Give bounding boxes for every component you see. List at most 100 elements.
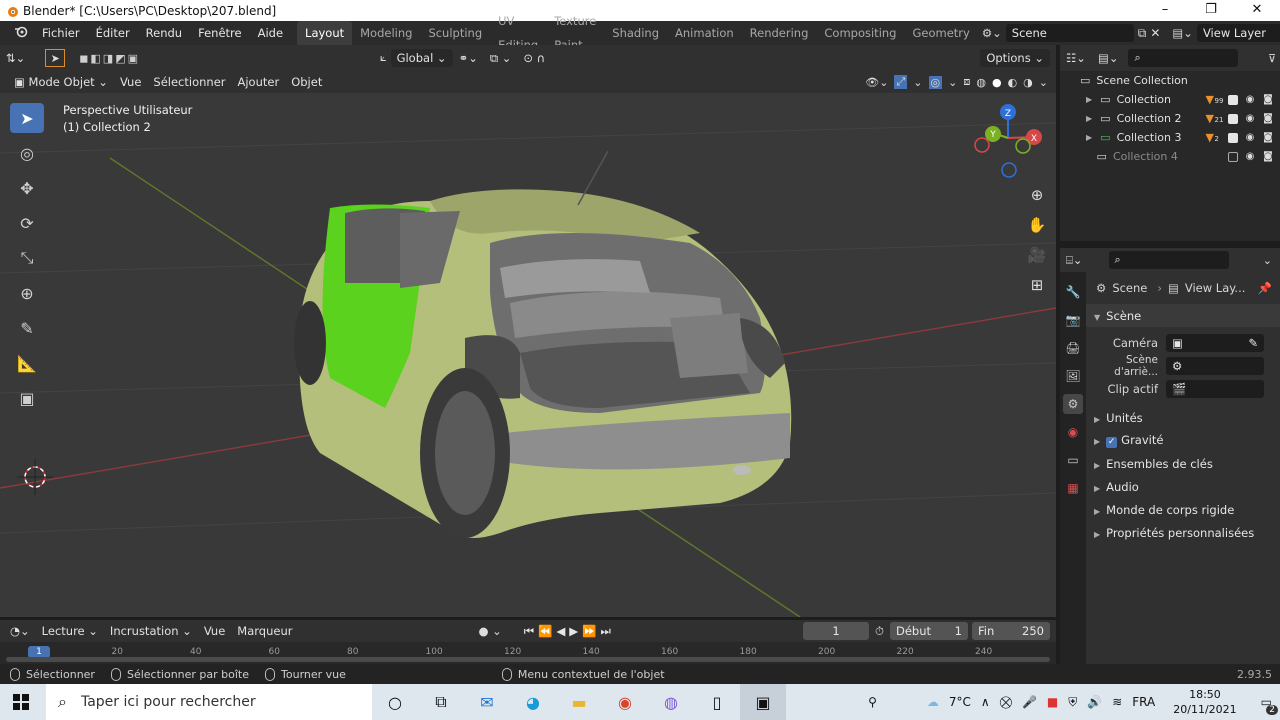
menu-help[interactable]: Aide — [250, 26, 291, 40]
eye-icon[interactable]: ◉ — [1244, 132, 1256, 143]
pan-hand-icon[interactable]: ✋ — [1024, 213, 1050, 237]
marker-menu[interactable]: Marqueur — [231, 624, 298, 638]
mail-icon[interactable]: ✉ — [464, 684, 510, 720]
display-mode-icon[interactable]: ▤⌄ — [1092, 51, 1125, 65]
task-view-icon[interactable]: ⧉ — [418, 684, 464, 720]
tray-chevron-icon[interactable]: ∧ — [981, 695, 990, 709]
orientation-dropdown[interactable]: Global ⌄ — [390, 49, 453, 67]
wireframe-shading-icon[interactable]: ◍ — [976, 76, 986, 89]
playback-controls[interactable]: ⏮⏪◀▶⏩⏭ — [524, 624, 615, 639]
measure-tool-icon[interactable]: 📐 — [10, 348, 44, 378]
timeline-scrollbar[interactable] — [6, 657, 1050, 662]
eye-icon[interactable]: ◉ — [1244, 151, 1256, 162]
scene-selector-icon[interactable]: ⚙⌄ — [982, 26, 1002, 40]
menu-select[interactable]: Sélectionner — [147, 75, 231, 89]
outliner-item-collection-2[interactable]: ▶ ▭ Collection 2 ▼ 21 ◉ ◙ — [1060, 109, 1280, 128]
start-frame-field[interactable]: Début 1 — [890, 622, 968, 640]
overlay-toggle-icon[interactable]: ◎ — [928, 75, 943, 89]
tab-compositing[interactable]: Compositing — [816, 21, 904, 45]
subpanel-5[interactable]: ▶ Propriétés personnalisées — [1086, 521, 1280, 544]
render-tab-icon[interactable]: 📷 — [1063, 310, 1083, 330]
clock[interactable]: 18:50 20/11/2021 — [1173, 687, 1236, 717]
eye-icon[interactable]: ◉ — [1244, 94, 1256, 105]
tab-geometry[interactable]: Geometry — [904, 21, 977, 45]
options-dropdown[interactable]: Options ⌄ — [980, 49, 1050, 67]
expand-arrow-icon[interactable]: ▶ — [1086, 114, 1092, 123]
world-tab-icon[interactable]: ◉ — [1063, 422, 1083, 442]
expand-arrow-icon[interactable]: ▶ — [1086, 95, 1092, 104]
maximize-button[interactable]: ❐ — [1188, 0, 1234, 21]
shading-dropdown-icon[interactable]: ⌄ — [1039, 76, 1048, 89]
file-explorer-icon[interactable]: ▬ — [556, 684, 602, 720]
menu-view[interactable]: Vue — [114, 75, 147, 89]
properties-editor-icon[interactable]: ⌸⌄ — [1060, 253, 1089, 268]
volume-icon[interactable]: 🔊 — [1087, 695, 1102, 709]
properties-search-input[interactable]: ⌕ — [1108, 251, 1229, 269]
notepad-icon[interactable]: ▯ — [694, 684, 740, 720]
close-button[interactable]: ✕ — [1234, 0, 1280, 21]
menu-window[interactable]: Fenêtre — [190, 26, 249, 40]
exclude-checkbox[interactable] — [1228, 132, 1238, 143]
view-layer-icon[interactable]: ▤⌄ — [1172, 26, 1193, 40]
edge-icon[interactable]: ◕ — [510, 684, 556, 720]
outliner-editor-icon[interactable]: ☷⌄ — [1060, 51, 1092, 65]
cursor-tool-icon[interactable]: ◎ — [10, 138, 44, 168]
move-tool-icon[interactable]: ✥ — [10, 173, 44, 203]
camera-view-icon[interactable]: 🎥 — [1024, 243, 1050, 267]
add-cube-tool-icon[interactable]: ▣ — [10, 383, 44, 413]
end-frame-field[interactable]: Fin 250 — [972, 622, 1050, 640]
people-icon[interactable]: ⚲ — [868, 695, 877, 709]
exclude-checkbox[interactable] — [1228, 94, 1238, 105]
menu-add[interactable]: Ajouter — [232, 75, 286, 89]
timeline-editor-icon[interactable]: ◔⌄ — [4, 624, 36, 638]
3d-viewport[interactable]: Z X Y Perspective Utilisateur (1) Collec… — [0, 93, 1056, 617]
outliner-item-collection-3[interactable]: ▶ ▭ Collection 3 ▼ 2 ◉ ◙ — [1060, 128, 1280, 147]
delete-scene-icon[interactable]: ✕ — [1150, 26, 1160, 40]
minimize-button[interactable]: – — [1142, 0, 1188, 21]
active-clip-field[interactable]: 🎬 — [1166, 379, 1264, 398]
subpanel-3[interactable]: ▶ Audio — [1086, 475, 1280, 498]
menu-file[interactable]: Fichier — [34, 26, 88, 40]
chrome-icon[interactable]: ◉ — [602, 684, 648, 720]
select-box-tool-icon[interactable]: ➤ — [10, 103, 44, 133]
material-shading-icon[interactable]: ◐ — [1008, 76, 1018, 89]
notifications-icon[interactable]: ▭ 2 — [1261, 695, 1278, 715]
eye-icon[interactable]: ◉ — [1244, 113, 1256, 124]
new-scene-icon[interactable]: ⧉ — [1138, 26, 1147, 41]
taskbar-search-input[interactable]: ⌕ Taper ici pour rechercher — [46, 684, 372, 720]
properties-options-icon[interactable]: ⌄ — [1263, 254, 1272, 267]
wifi-icon[interactable]: ≋ — [1112, 695, 1122, 709]
camera-render-icon[interactable]: ◙ — [1262, 151, 1274, 162]
eyedropper-icon[interactable]: ✎ — [1248, 336, 1258, 350]
gizmo-dropdown-icon[interactable]: ⌄ — [913, 76, 922, 89]
camera-render-icon[interactable]: ◙ — [1262, 132, 1274, 143]
overlay-dropdown-icon[interactable]: ⌄ — [948, 76, 957, 89]
camera-field[interactable]: ▣ ✎ — [1166, 333, 1264, 352]
zoom-icon[interactable]: ⊕ — [1024, 183, 1050, 207]
proportional-edit-icon[interactable]: ⊙ ∩ — [517, 51, 551, 65]
navigation-gizmo[interactable]: Z X Y — [972, 102, 1044, 178]
outliner-search-input[interactable]: ⌕ — [1128, 49, 1239, 67]
cortana-icon[interactable]: ○ — [372, 684, 418, 720]
solid-shading-icon[interactable]: ● — [992, 76, 1002, 89]
texture-tab-icon[interactable]: ▦ — [1063, 478, 1083, 498]
discord-icon[interactable]: ◍ — [648, 684, 694, 720]
network-icon[interactable]: ⛒ — [1000, 695, 1012, 710]
visibility-icon[interactable]: 👁⌄ — [865, 76, 888, 89]
camera-render-icon[interactable]: ◙ — [1262, 94, 1274, 105]
outliner-item-collection-1[interactable]: ▶ ▭ Collection ▼ 99 ◉ ◙ — [1060, 90, 1280, 109]
snap-icon[interactable]: ⧉ ⌄ — [484, 51, 518, 66]
subpanel-4[interactable]: ▶ Monde de corps rigide — [1086, 498, 1280, 521]
timeline-view-menu[interactable]: Vue — [198, 624, 231, 638]
tab-shading[interactable]: Shading — [604, 21, 667, 45]
exclude-checkbox[interactable] — [1228, 151, 1238, 162]
tab-modeling[interactable]: Modeling — [352, 21, 420, 45]
tool-tab-icon[interactable]: 🔧 — [1063, 282, 1083, 302]
current-frame-field[interactable]: 1 — [803, 622, 870, 640]
menu-edit[interactable]: Éditer — [88, 26, 138, 40]
rendered-shading-icon[interactable]: ◑ — [1023, 76, 1033, 89]
editor-type-icon[interactable]: ⇅⌄ — [0, 51, 31, 65]
tab-layout[interactable]: Layout — [297, 21, 353, 45]
stopwatch-icon[interactable]: ⏱ — [875, 624, 884, 639]
collection-tab-icon[interactable]: ▭ — [1063, 450, 1083, 470]
